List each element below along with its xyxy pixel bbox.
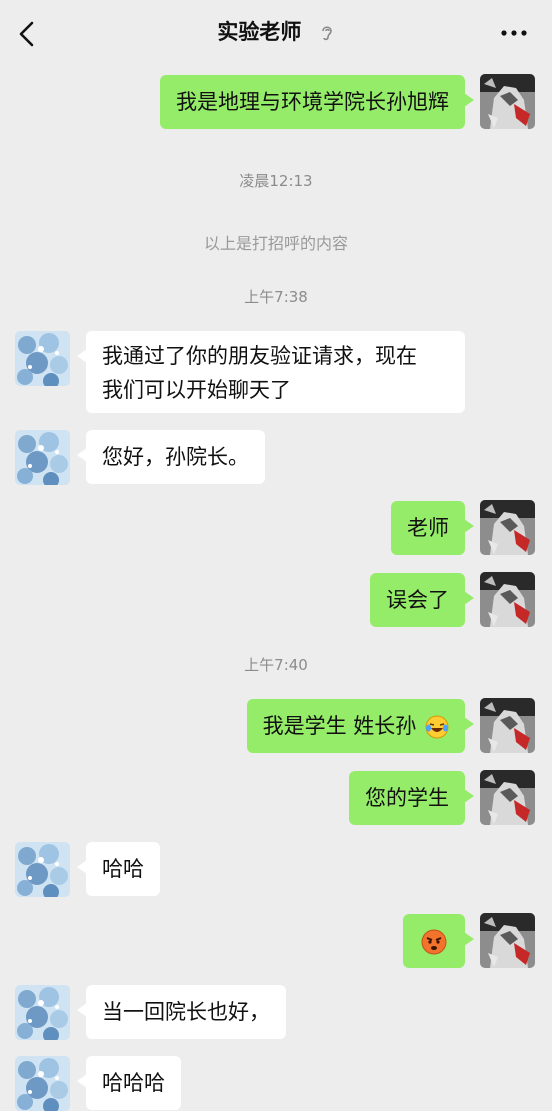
message-bubble[interactable]: 哈哈哈 bbox=[77, 1056, 181, 1110]
message-text: 哈哈哈 bbox=[102, 1071, 165, 1095]
avatar[interactable] bbox=[15, 985, 70, 1040]
message-bubble[interactable]: 哈哈 bbox=[77, 842, 160, 896]
message-text: 我是地理与环境学院长孙旭辉 bbox=[176, 90, 449, 114]
system-message: 以上是打招呼的内容 bbox=[203, 234, 348, 253]
timestamp: 上午7:38 bbox=[244, 288, 308, 306]
message-text: 哈哈 bbox=[102, 857, 144, 881]
message-bubble[interactable]: 我通过了你的朋友验证请求，现在 我们可以开始聊天了 bbox=[77, 331, 465, 413]
message-bubble[interactable]: 您的学生 bbox=[349, 771, 474, 825]
ear-icon bbox=[321, 26, 332, 41]
message-bubble[interactable]: 我是地理与环境学院长孙旭辉 bbox=[160, 75, 474, 129]
message-text: 我是学生 姓长孙 bbox=[262, 714, 417, 738]
timestamp: 上午7:40 bbox=[244, 656, 308, 674]
avatar[interactable] bbox=[15, 1056, 70, 1111]
angry-face-emoji bbox=[421, 929, 447, 955]
chat-header: 实验老师 bbox=[0, 0, 552, 64]
avatar[interactable] bbox=[15, 331, 70, 386]
avatar[interactable] bbox=[15, 842, 70, 897]
avatar[interactable] bbox=[480, 913, 535, 968]
avatar[interactable] bbox=[480, 572, 535, 627]
message-bubble[interactable]: 老师 bbox=[391, 501, 474, 555]
avatar[interactable] bbox=[480, 74, 535, 129]
message-text: 老师 bbox=[407, 516, 449, 540]
timestamp: 凌晨12:13 bbox=[239, 172, 313, 190]
message-list[interactable]: 我是地理与环境学院长孙旭辉 凌晨12:13 以上是打招呼的内容 上午7:38 我… bbox=[0, 64, 552, 1099]
message-bubble[interactable] bbox=[403, 914, 474, 968]
message-text-line: 我通过了你的朋友验证请求，现在 bbox=[102, 344, 417, 368]
message-text-line: 我们可以开始聊天了 bbox=[102, 378, 291, 402]
more-dots-icon[interactable] bbox=[500, 28, 528, 38]
laughing-crying-emoji bbox=[425, 715, 449, 739]
message-bubble[interactable]: 您好，孙院长。 bbox=[77, 430, 265, 484]
avatar[interactable] bbox=[480, 698, 535, 753]
message-bubble[interactable]: 误会了 bbox=[370, 573, 474, 627]
avatar[interactable] bbox=[480, 770, 535, 825]
message-bubble[interactable]: 我是学生 姓长孙 bbox=[246, 699, 475, 753]
chat-title-area: 实验老师 bbox=[0, 16, 552, 48]
chat-title: 实验老师 bbox=[217, 20, 302, 44]
avatar[interactable] bbox=[15, 430, 70, 485]
message-text: 您好，孙院长。 bbox=[102, 445, 249, 469]
message-text: 误会了 bbox=[386, 588, 449, 612]
message-text: 您的学生 bbox=[365, 786, 449, 810]
message-bubble[interactable]: 当一回院长也好， bbox=[77, 985, 286, 1039]
avatar[interactable] bbox=[480, 500, 535, 555]
message-text: 当一回院长也好， bbox=[102, 1000, 270, 1024]
